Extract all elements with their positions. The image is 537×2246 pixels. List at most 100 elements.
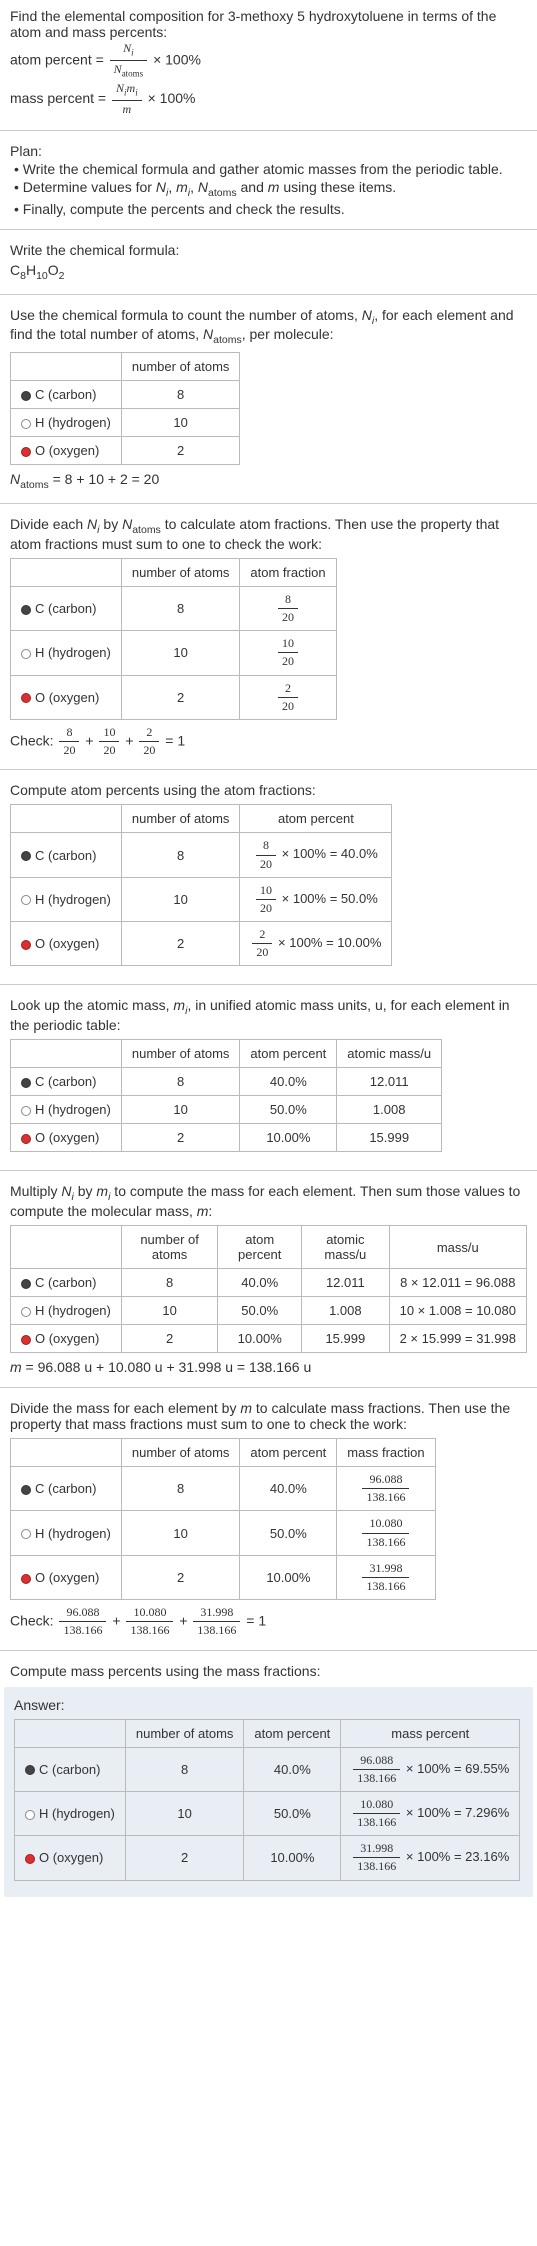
table-row: C (carbon)840.0%12.0118 × 12.011 = 96.08…	[11, 1269, 527, 1297]
mass-fraction-check: Check: 96.088138.166 + 10.080138.166 + 3…	[10, 1606, 527, 1637]
divider	[0, 769, 537, 770]
table-row: C (carbon)8820	[11, 586, 337, 630]
table-row: C (carbon)840.0%96.088138.166 × 100% = 6…	[15, 1747, 520, 1791]
atomic-mass-lookup: Look up the atomic mass, mi, in unified …	[0, 989, 537, 1166]
divider	[0, 1650, 537, 1651]
table-row: H (hydrogen)1050.0%1.00810 × 1.008 = 10.…	[11, 1297, 527, 1325]
element-dot-icon	[21, 649, 31, 659]
table-row: H (hydrogen)101020	[11, 631, 337, 675]
element-dot-icon	[21, 1485, 31, 1495]
final-title: Compute mass percents using the mass fra…	[10, 1663, 527, 1679]
atom-percent-label: atom percent =	[10, 51, 108, 67]
table-row: C (carbon)840.0%96.088138.166	[11, 1467, 436, 1511]
table-row: C (carbon)8820 × 100% = 40.0%	[11, 833, 392, 877]
atom-percents-title: Compute atom percents using the atom fra…	[10, 782, 527, 798]
element-dot-icon	[21, 1307, 31, 1317]
answer-table: number of atomsatom percentmass percent …	[14, 1719, 520, 1881]
plan-bullet-1: • Write the chemical formula and gather …	[14, 161, 527, 177]
mass-calc-text: Multiply Ni by mi to compute the mass fo…	[10, 1183, 527, 1219]
table-header-row: number of atomsatom percentatomic mass/u	[11, 1040, 442, 1068]
plan-bullet-3: • Finally, compute the percents and chec…	[14, 201, 527, 217]
plan-bullet-2: • Determine values for Ni, mi, Natoms an…	[14, 179, 527, 199]
table-row: C (carbon)8	[11, 381, 240, 409]
table-row: H (hydrogen)1050.0%10.080138.166 × 100% …	[15, 1791, 520, 1835]
atom-percent-fraction: Ni Natoms	[110, 42, 148, 80]
element-dot-icon	[21, 419, 31, 429]
count-atoms: Use the chemical formula to count the nu…	[0, 299, 537, 499]
intro: Find the elemental composition for 3-met…	[0, 0, 537, 126]
element-dot-icon	[21, 1106, 31, 1116]
atom-fractions-text: Divide each Ni by Natoms to calculate at…	[10, 516, 527, 552]
atomic-mass-text: Look up the atomic mass, mi, in unified …	[10, 997, 527, 1033]
element-dot-icon	[25, 1765, 35, 1775]
element-dot-icon	[21, 1134, 31, 1144]
table-row: O (oxygen)2	[11, 437, 240, 465]
table-row: H (hydrogen)10	[11, 409, 240, 437]
divider	[0, 503, 537, 504]
mass-fraction-table: number of atomsatom percentmass fraction…	[10, 1438, 436, 1600]
element-dot-icon	[21, 447, 31, 457]
element-dot-icon	[21, 1529, 31, 1539]
chemical-formula: C8H10O2	[10, 262, 527, 282]
table-row: O (oxygen)2220	[11, 675, 337, 719]
mass-percent-label: mass percent =	[10, 90, 110, 106]
table-row: O (oxygen)210.00%15.999	[11, 1124, 442, 1152]
element-dot-icon	[21, 693, 31, 703]
atom-percent-formula: atom percent = Ni Natoms × 100%	[10, 42, 527, 80]
table-row: C (carbon)840.0%12.011	[11, 1068, 442, 1096]
count-atoms-text: Use the chemical formula to count the nu…	[10, 307, 527, 347]
table-header-row: number of atoms	[11, 353, 240, 381]
col-number-of-atoms: number of atoms	[121, 353, 240, 381]
table-row: H (hydrogen)1050.0%1.008	[11, 1096, 442, 1124]
plan-title: Plan:	[10, 143, 527, 159]
divider	[0, 1387, 537, 1388]
element-dot-icon	[21, 1574, 31, 1584]
atom-percents: Compute atom percents using the atom fra…	[0, 774, 537, 980]
table-header-row: number of atomsatom percentatomic mass/u…	[11, 1226, 527, 1269]
element-dot-icon	[21, 940, 31, 950]
times-100: × 100%	[153, 51, 201, 67]
atom-fraction-table: number of atomsatom fraction C (carbon)8…	[10, 558, 337, 720]
table-row: O (oxygen)210.00%31.998138.166	[11, 1555, 436, 1599]
element-dot-icon	[25, 1810, 35, 1820]
element-dot-icon	[21, 1335, 31, 1345]
element-dot-icon	[21, 1078, 31, 1088]
atomic-mass-table: number of atomsatom percentatomic mass/u…	[10, 1039, 442, 1152]
table-header-row: number of atomsatom fraction	[11, 558, 337, 586]
answer-box: Answer: number of atomsatom percentmass …	[4, 1687, 533, 1897]
table-row: H (hydrogen)1050.0%10.080138.166	[11, 1511, 436, 1555]
divider	[0, 130, 537, 131]
mass-fractions-text: Divide the mass for each element by m to…	[10, 1400, 527, 1432]
table-row: O (oxygen)210.00%31.998138.166 × 100% = …	[15, 1836, 520, 1880]
final-section: Compute mass percents using the mass fra…	[0, 1655, 537, 1687]
answer-label: Answer:	[14, 1697, 523, 1713]
divider	[0, 294, 537, 295]
element-dot-icon	[25, 1854, 35, 1864]
write-formula: Write the chemical formula: C8H10O2	[0, 234, 537, 290]
divider	[0, 1170, 537, 1171]
atom-percent-table: number of atomsatom percent C (carbon)88…	[10, 804, 392, 966]
molecular-mass-sum: m = 96.088 u + 10.080 u + 31.998 u = 138…	[10, 1359, 527, 1375]
mass-percent-fraction: Nimi m	[112, 82, 142, 116]
element-dot-icon	[21, 851, 31, 861]
table-row: O (oxygen)210.00%15.9992 × 15.999 = 31.9…	[11, 1325, 527, 1353]
atom-count-table: number of atoms C (carbon)8 H (hydrogen)…	[10, 352, 240, 465]
element-dot-icon	[21, 605, 31, 615]
element-dot-icon	[21, 1279, 31, 1289]
table-header-row: number of atomsatom percentmass fraction	[11, 1439, 436, 1467]
table-header-row: number of atomsatom percent	[11, 805, 392, 833]
divider	[0, 984, 537, 985]
element-dot-icon	[21, 895, 31, 905]
table-header-row: number of atomsatom percentmass percent	[15, 1719, 520, 1747]
mass-percent-formula: mass percent = Nimi m × 100%	[10, 82, 527, 116]
atom-fractions: Divide each Ni by Natoms to calculate at…	[0, 508, 537, 765]
element-dot-icon	[21, 391, 31, 401]
divider	[0, 229, 537, 230]
mass-calc: Multiply Ni by mi to compute the mass fo…	[0, 1175, 537, 1383]
intro-text: Find the elemental composition for 3-met…	[10, 8, 527, 40]
table-row: H (hydrogen)101020 × 100% = 50.0%	[11, 877, 392, 921]
plan: Plan: • Write the chemical formula and g…	[0, 135, 537, 225]
atom-fraction-check: Check: 820 + 1020 + 220 = 1	[10, 726, 527, 757]
write-formula-title: Write the chemical formula:	[10, 242, 527, 258]
natoms-sum: Natoms = 8 + 10 + 2 = 20	[10, 471, 527, 491]
